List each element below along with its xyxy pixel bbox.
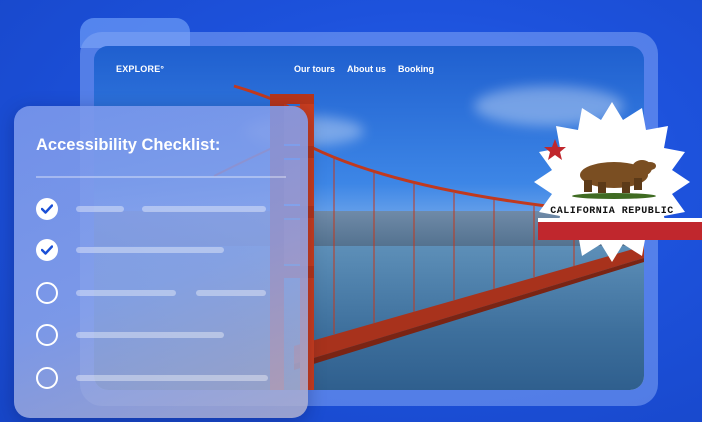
checked-circle-icon[interactable] (36, 239, 58, 261)
checklist-item[interactable] (36, 324, 296, 350)
placeholder-bar (76, 290, 176, 296)
california-flag-seal: CALIFORNIA REPUBLIC (522, 92, 702, 272)
unchecked-circle-icon[interactable] (36, 367, 58, 389)
site-navigation: EXPLORE° Our tours About us Booking (94, 60, 644, 80)
placeholder-bar (76, 247, 224, 253)
flag-text: CALIFORNIA REPUBLIC (550, 206, 674, 217)
nav-links: Our tours About us Booking (294, 64, 434, 74)
checklist-item[interactable] (36, 198, 296, 224)
nav-link-about-us[interactable]: About us (347, 64, 386, 74)
unchecked-circle-icon[interactable] (36, 282, 58, 304)
divider (36, 176, 286, 178)
placeholder-bar (196, 290, 266, 296)
checked-circle-icon[interactable] (36, 198, 58, 220)
placeholder-bar (142, 206, 266, 212)
placeholder-bar (76, 332, 224, 338)
checklist-item[interactable] (36, 239, 296, 265)
checklist-item[interactable] (36, 367, 296, 393)
checklist-title: Accessibility Checklist: (36, 136, 221, 154)
nav-link-our-tours[interactable]: Our tours (294, 64, 335, 74)
checklist-item[interactable] (36, 282, 296, 308)
accessibility-checklist-panel: Accessibility Checklist: (14, 106, 308, 418)
placeholder-bar (76, 206, 124, 212)
unchecked-circle-icon[interactable] (36, 324, 58, 346)
site-logo[interactable]: EXPLORE° (116, 64, 164, 74)
placeholder-bar (76, 375, 268, 381)
nav-link-booking[interactable]: Booking (398, 64, 434, 74)
